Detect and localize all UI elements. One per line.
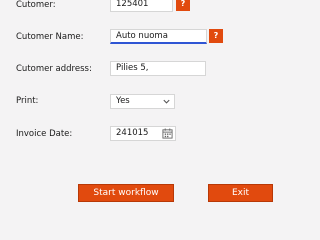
customer-name-help-button[interactable]: ? [209, 29, 223, 43]
exit-button[interactable]: Exit [208, 184, 273, 202]
print-select[interactable]: Yes [110, 94, 175, 109]
customer-help-button[interactable]: ? [176, 0, 190, 11]
calendar-icon[interactable] [162, 128, 173, 139]
start-workflow-button[interactable]: Start workflow [78, 184, 174, 202]
invoice-date-input[interactable]: 241015 [110, 126, 176, 141]
print-select-value: Yes [116, 96, 130, 106]
chevron-down-icon [163, 99, 170, 104]
invoice-date-value: 241015 [116, 128, 149, 138]
customer-input[interactable]: 125401 [110, 0, 173, 12]
customer-name-label: Cutomer Name: [16, 32, 84, 42]
customer-label: Cutomer: [16, 0, 56, 10]
customer-address-label: Cutomer address: [16, 64, 92, 74]
customer-name-input[interactable]: Auto nuoma [110, 29, 207, 44]
print-label: Print: [16, 96, 39, 106]
customer-address-input[interactable]: Pilies 5, [110, 61, 206, 76]
invoice-date-label: Invoice Date: [16, 129, 73, 139]
